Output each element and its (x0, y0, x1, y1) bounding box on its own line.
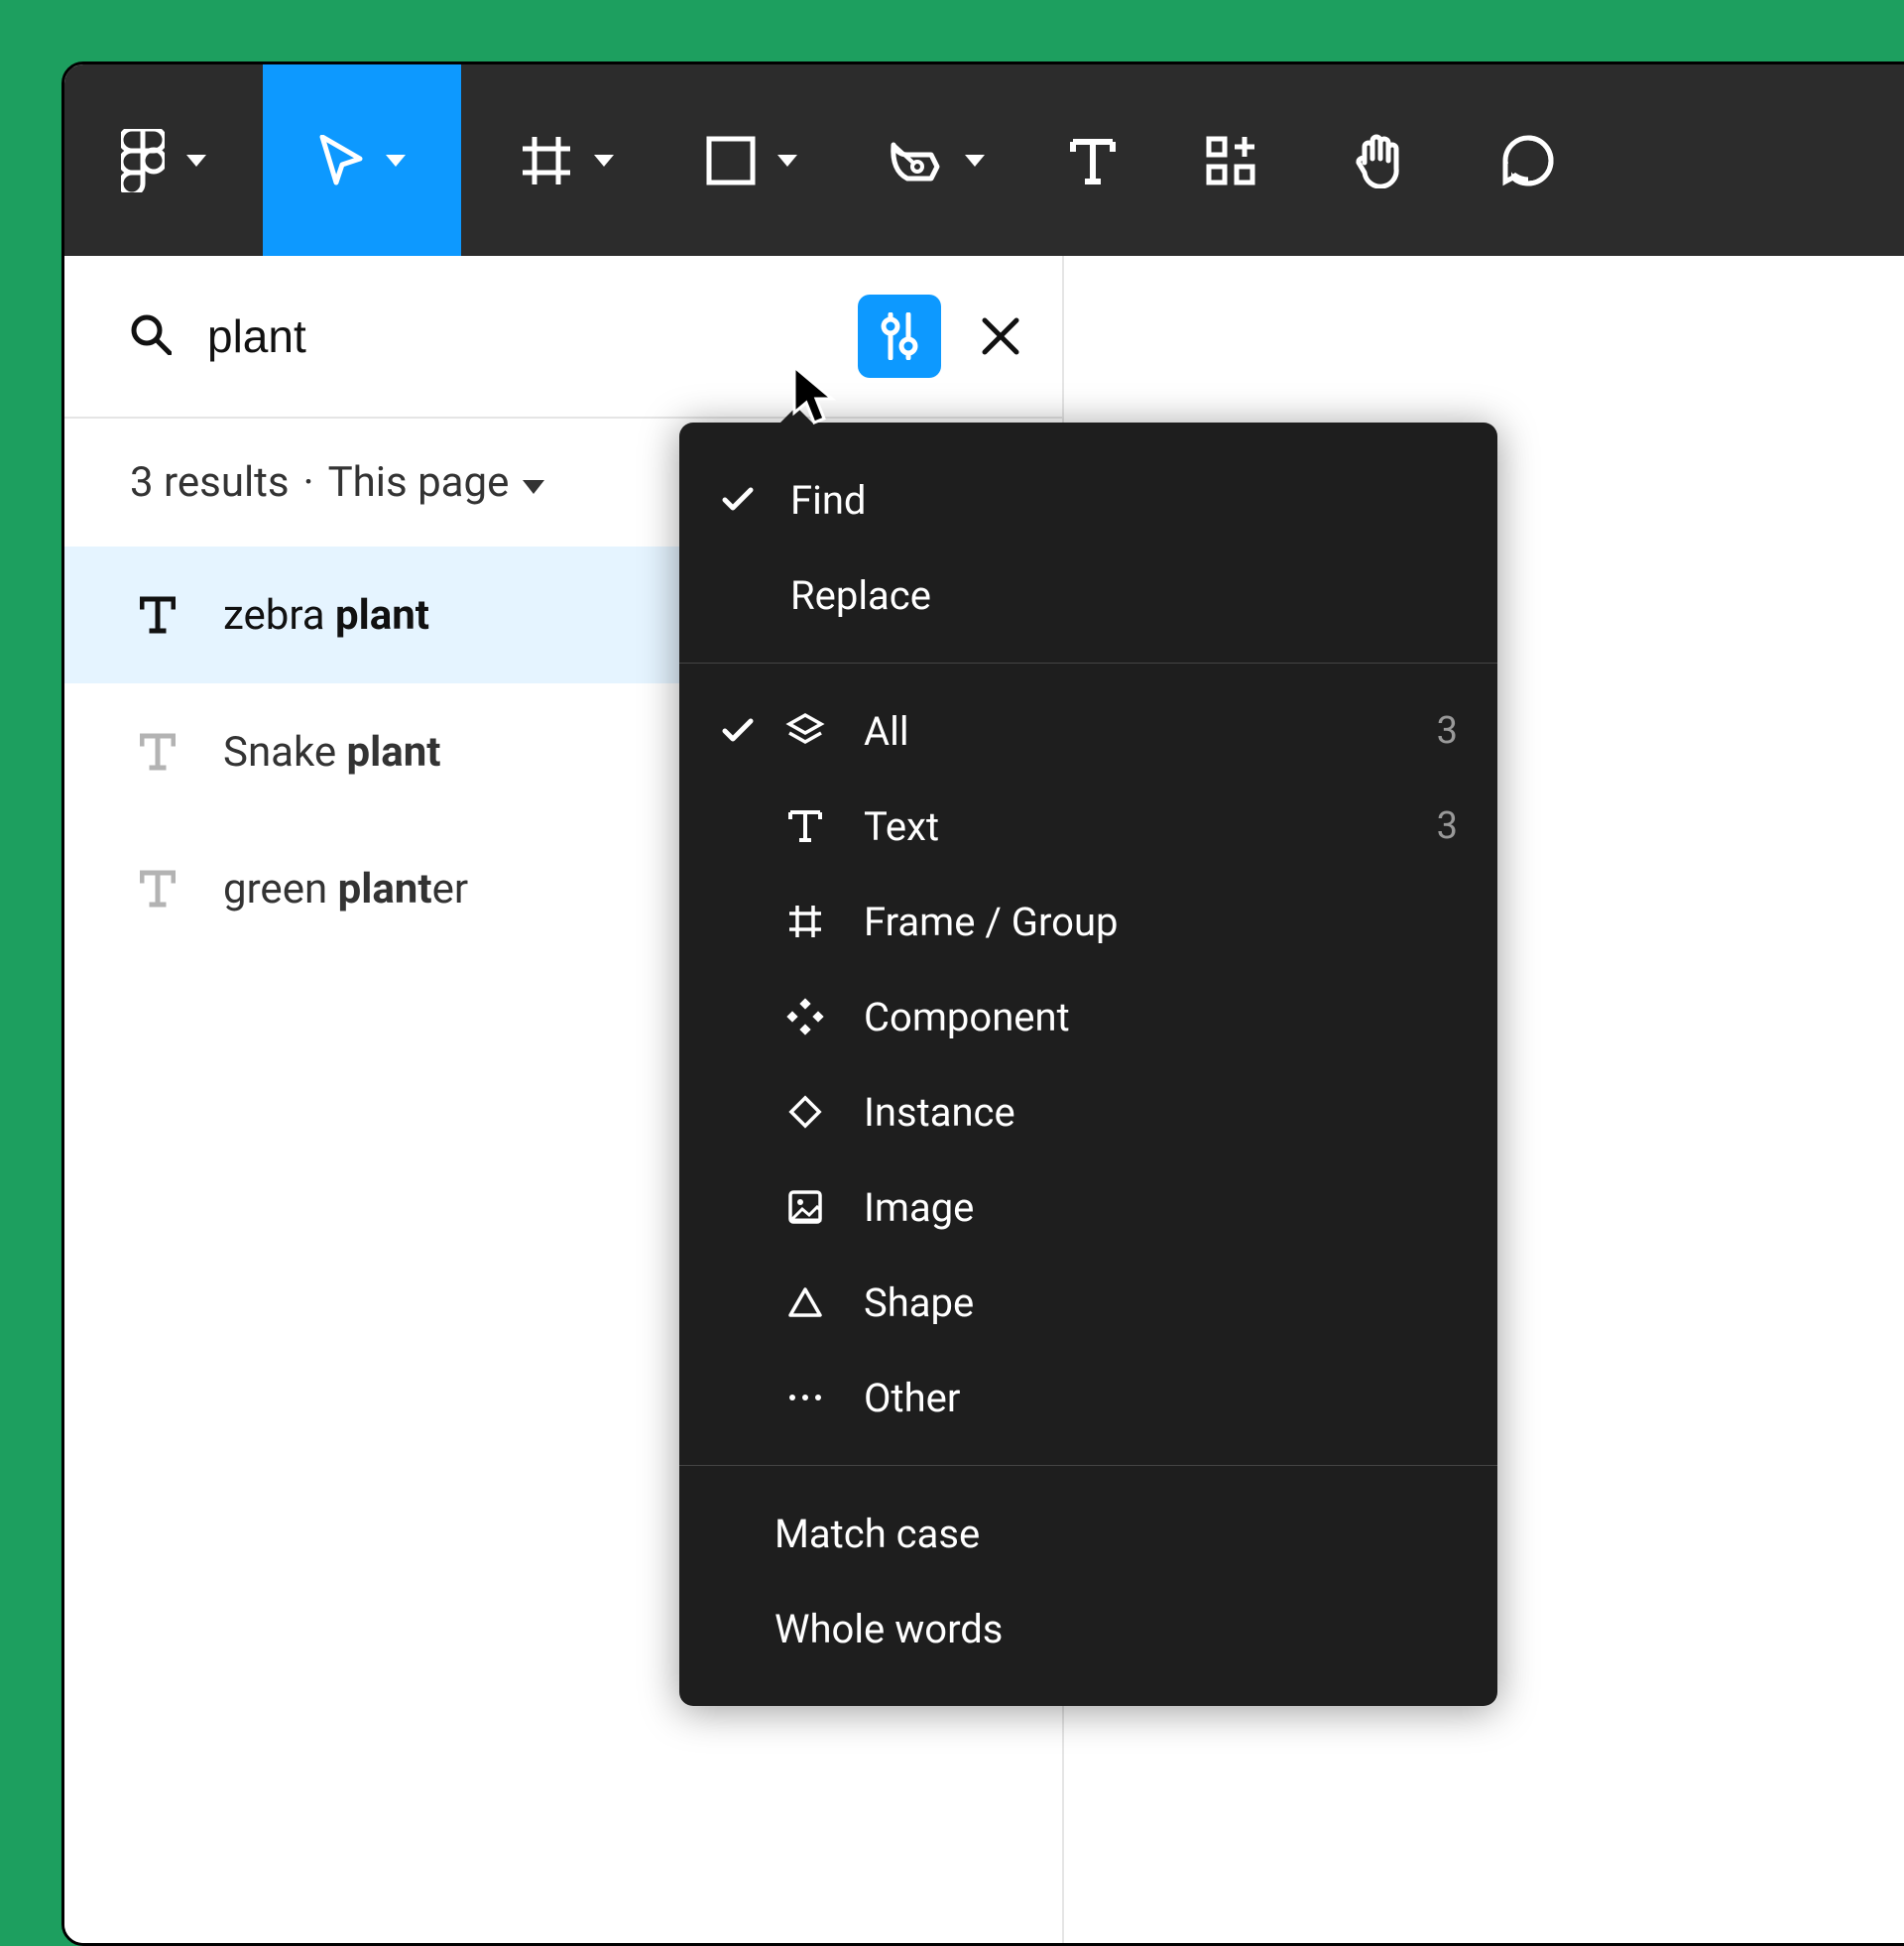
divider (679, 663, 1497, 664)
dropdown-filter-frame[interactable]: Frame / Group (679, 874, 1497, 969)
results-count: 3 results (130, 458, 290, 507)
shape-tool-button[interactable] (659, 64, 844, 256)
text-layer-icon (140, 869, 176, 909)
dropdown-option-whole-words[interactable]: Whole words (679, 1581, 1497, 1676)
hand-icon (1353, 133, 1406, 188)
dropdown-item-replace[interactable]: Replace (679, 547, 1497, 643)
search-result-label: green planter (223, 865, 468, 913)
divider (679, 1465, 1497, 1466)
comment-tool-button[interactable] (1455, 64, 1602, 256)
text-tool-button[interactable] (1028, 64, 1157, 256)
dropdown-filter-component[interactable]: Component (679, 969, 1497, 1064)
resources-icon (1205, 135, 1256, 186)
dropdown-count: 3 (1437, 804, 1458, 848)
component-icon (774, 998, 836, 1035)
check-icon (713, 487, 763, 513)
dropdown-filter-text[interactable]: Text 3 (679, 779, 1497, 874)
chevron-down-icon (186, 155, 206, 167)
dropdown-label: Frame / Group (864, 899, 1458, 945)
search-result-label: Snake plant (223, 728, 441, 777)
text-layer-icon (140, 595, 176, 635)
layers-icon (774, 711, 836, 751)
image-icon (774, 1189, 836, 1225)
dropdown-filter-shape[interactable]: Shape (679, 1255, 1497, 1350)
toolbar (64, 64, 1904, 256)
figma-menu-button[interactable] (64, 64, 263, 256)
dropdown-filter-instance[interactable]: Instance (679, 1064, 1497, 1159)
check-icon (713, 718, 763, 744)
chevron-down-icon (965, 155, 985, 167)
figma-logo-icon (121, 129, 165, 192)
dropdown-label: Text (864, 803, 1437, 850)
hand-tool-button[interactable] (1304, 64, 1455, 256)
dropdown-label: Whole words (774, 1606, 1458, 1652)
search-settings-dropdown: Find Replace All 3 Text 3 (679, 423, 1497, 1706)
more-icon (774, 1393, 836, 1402)
dropdown-label: Shape (864, 1279, 1458, 1326)
close-search-button[interactable] (959, 295, 1042, 378)
search-icon (130, 313, 172, 359)
text-icon (1069, 136, 1117, 185)
search-row (64, 256, 1062, 419)
shape-icon (774, 1285, 836, 1319)
frame-icon (774, 904, 836, 939)
text-icon (774, 808, 836, 844)
comment-icon (1501, 134, 1555, 187)
text-layer-icon (140, 732, 176, 772)
dropdown-label: Instance (864, 1089, 1458, 1136)
dropdown-label: Other (864, 1375, 1458, 1421)
dropdown-filter-all[interactable]: All 3 (679, 683, 1497, 779)
search-scope-label: This page (328, 458, 510, 507)
frame-tool-button[interactable] (475, 64, 659, 256)
search-result-label: zebra plant (223, 591, 429, 640)
dropdown-filter-image[interactable]: Image (679, 1159, 1497, 1255)
dropdown-label: All (864, 708, 1437, 755)
dropdown-label: Replace (790, 572, 1458, 619)
search-settings-button[interactable] (858, 295, 941, 378)
frame-icon (521, 135, 572, 186)
dropdown-label: Find (790, 477, 1458, 524)
resources-tool-button[interactable] (1157, 64, 1304, 256)
move-tool-button[interactable] (263, 64, 461, 256)
rectangle-icon (706, 136, 756, 185)
dropdown-label: Match case (774, 1511, 1458, 1557)
chevron-down-icon (386, 155, 406, 167)
dropdown-option-match-case[interactable]: Match case (679, 1486, 1497, 1581)
dropdown-label: Image (864, 1184, 1458, 1231)
chevron-down-icon (594, 155, 614, 167)
dropdown-label: Component (864, 994, 1458, 1040)
close-icon (981, 316, 1020, 356)
dropdown-count: 3 (1437, 709, 1458, 753)
pen-icon (888, 135, 943, 186)
cursor-icon (318, 135, 364, 186)
dropdown-item-find[interactable]: Find (679, 452, 1497, 547)
search-input[interactable] (207, 309, 858, 363)
chevron-down-icon (777, 155, 797, 167)
separator-dot: · (303, 458, 314, 507)
sliders-icon (878, 312, 921, 360)
instance-icon (774, 1094, 836, 1130)
dropdown-filter-other[interactable]: Other (679, 1350, 1497, 1445)
pen-tool-button[interactable] (844, 64, 1028, 256)
chevron-down-icon (523, 480, 544, 494)
